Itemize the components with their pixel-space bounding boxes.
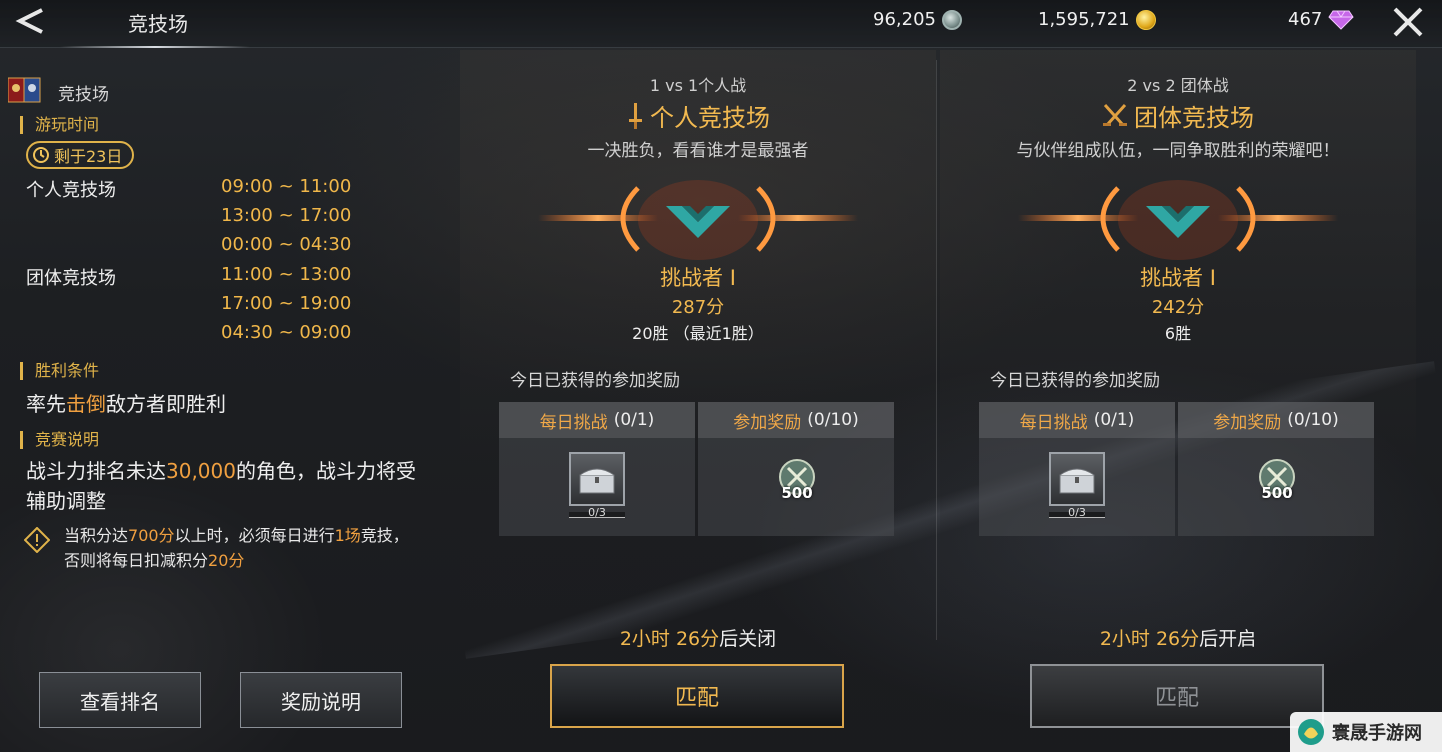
medal-amount: 500 [1261,484,1293,502]
gold-currency: 1,595,721 [1038,9,1156,30]
watermark-text: 寰晟手游网 [1332,723,1422,744]
solo-arena-subtitle: 一决胜负，看看谁才是最强者 [587,141,809,161]
reward-info-button[interactable]: 奖励说明 [240,672,402,728]
team-participation-reward[interactable]: 参加奖励 (0/10) 500 [1178,402,1374,536]
panel-divider [936,60,937,640]
solo-time-3: 00:00 ~ 04:30 [221,234,352,255]
team-time-3: 04:30 ~ 09:00 [221,322,352,343]
close-icon [1393,7,1423,37]
solo-daily-challenge-reward[interactable]: 每日挑战 (0/1) 0/3 [499,402,695,536]
back-arrow-icon [15,8,43,34]
view-ranking-button[interactable]: 查看排名 [39,672,201,728]
challenger-rank-emblem-icon [1018,180,1338,260]
team-mode-label: 2 vs 2 团体战 [1127,76,1229,95]
section-name: 竞技场 [58,85,109,105]
team-wins: 6胜 [1164,324,1192,343]
arena-info-panel: 竞技场 游玩时间 剩于23日 个人竞技场 09:00 ~ 11:00 13:00… [0,50,440,752]
silver-coin-icon [941,9,962,30]
rules-text: 战斗力排名未达30,000的角色，战斗力将受辅助调整 [26,459,416,513]
reward-name: 参加奖励 [733,412,802,433]
solo-mode-label: 1 vs 1个人战 [649,76,747,95]
team-arena-subtitle: 与伙伴组成队伍，一同争取胜利的荣耀吧！ [1016,141,1340,161]
reward-header: 参加奖励 (0/10) [698,402,894,438]
team-daily-challenge-reward[interactable]: 每日挑战 (0/1) 0/3 [979,402,1175,536]
sword-icon [629,102,642,129]
reward-name: 每日挑战 [539,412,608,433]
chest-progress-count: 0/3 [588,506,606,519]
remaining-days-text: 剩于23日 [54,147,123,166]
clock-icon [33,147,49,163]
reward-name: 每日挑战 [1019,412,1088,433]
team-rank-name: 挑战者 I [1140,266,1216,290]
solo-wins: 20胜 （最近1胜） [632,324,764,343]
solo-rank-name: 挑战者 I [660,266,736,290]
solo-rewards-title: 今日已获得的参加奖励 [510,371,680,391]
warning-icon [24,527,50,553]
team-arena-title: 团体竞技场 [940,98,1416,133]
penalty-warning-text: 当积分达700分以上时，必须每日进行1场竞技，否则将每日扣减积分20分 [64,526,409,570]
solo-match-button[interactable]: 匹配 [550,664,844,728]
challenger-rank-emblem-icon [538,180,858,260]
gem-icon [1328,10,1355,30]
win-condition-label: 胜利条件 [20,362,99,380]
title-underline [60,46,250,48]
chest-icon [1049,452,1105,506]
site-watermark: 寰晟手游网 [1290,712,1442,752]
win-condition-text: 率先击倒敌方者即胜利 [26,392,226,416]
solo-score: 287分 [671,297,725,318]
chest-icon [569,452,625,506]
reward-header: 每日挑战 (0/1) [979,402,1175,438]
remaining-days-badge: 剩于23日 [26,141,135,169]
gold-currency-amount: 1,595,721 [1038,9,1130,30]
close-button[interactable] [1388,2,1428,42]
rules-label: 竞赛说明 [20,431,99,449]
play-time-label: 游玩时间 [20,116,99,134]
watermark-logo-icon [1298,719,1324,745]
silver-currency: 96,205 [873,9,962,30]
team-time-1: 11:00 ~ 13:00 [221,264,352,285]
team-score: 242分 [1151,297,1205,318]
reward-header: 参加奖励 (0/10) [1178,402,1374,438]
reward-count: (0/1) [613,410,655,430]
chest-progress-count: 0/3 [1068,506,1086,519]
solo-time-2: 13:00 ~ 17:00 [221,205,352,226]
team-time-2: 17:00 ~ 19:00 [221,293,352,314]
solo-arena-panel: 1 vs 1个人战 个人竞技场 一决胜负，看看谁才是最强者 挑战者 I 287分… [460,50,936,752]
solo-status-text: 2小时 26分后关闭 [619,628,777,650]
medal-amount: 500 [781,484,813,502]
back-button[interactable] [10,4,50,38]
solo-participation-reward[interactable]: 参加奖励 (0/10) 500 [698,402,894,536]
arena-crest-icon [8,77,41,103]
crossed-swords-icon [1103,103,1127,126]
gem-currency: 467 [1288,9,1355,30]
silver-currency-amount: 96,205 [873,9,936,30]
reward-count: (0/1) [1093,410,1135,430]
gold-coin-icon [1135,9,1156,30]
team-arena-panel: 2 vs 2 团体战 团体竞技场 与伙伴组成队伍，一同争取胜利的荣耀吧！ 挑战者… [940,50,1416,752]
solo-schedule-label: 个人竞技场 [26,180,116,201]
team-schedule-label: 团体竞技场 [26,268,116,289]
gem-currency-amount: 467 [1288,9,1323,30]
reward-header: 每日挑战 (0/1) [499,402,695,438]
reward-name: 参加奖励 [1213,412,1282,433]
team-status-text: 2小时 26分后开启 [1099,628,1257,650]
solo-arena-title: 个人竞技场 [460,98,936,133]
team-rewards-title: 今日已获得的参加奖励 [990,371,1160,391]
page-title: 竞技场 [128,12,188,36]
reward-count: (0/10) [807,410,859,430]
reward-count: (0/10) [1287,410,1339,430]
top-bar: 竞技场 96,205 1,595,721 467 [0,0,1442,48]
team-match-button[interactable]: 匹配 [1030,664,1324,728]
solo-time-1: 09:00 ~ 11:00 [221,176,352,197]
